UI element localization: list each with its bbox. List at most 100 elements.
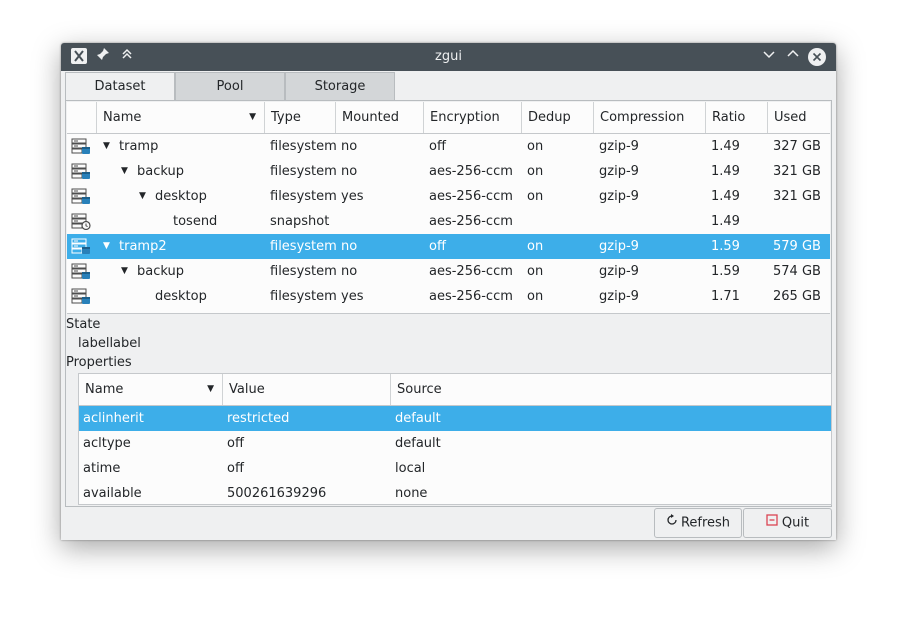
column-header-mounted[interactable]: Mounted (336, 102, 424, 133)
dataset-type: filesystem (270, 164, 337, 179)
app-window: zgui Dataset Pool Storage Name ▼ Type Mo… (61, 43, 836, 540)
snapshot-icon (71, 213, 91, 231)
expand-arrow-icon[interactable]: ▼ (121, 159, 128, 184)
dataset-compression: gzip-9 (599, 239, 639, 254)
property-name: acltype (83, 436, 131, 451)
dataset-dedup: on (527, 289, 544, 304)
dataset-pane: Name ▼ Type Mounted Encryption Dedup Com… (65, 100, 832, 507)
dataset-mounted: no (341, 264, 358, 279)
dataset-mounted: no (341, 139, 358, 154)
dataset-compression: gzip-9 (599, 139, 639, 154)
quit-icon (766, 509, 778, 537)
dataset-used: 579 GB (773, 239, 821, 254)
dataset-mounted: no (341, 239, 358, 254)
property-value: restricted (227, 411, 290, 426)
dataset-used: 321 GB (773, 164, 821, 179)
prop-column-header-source[interactable]: Source (391, 374, 831, 405)
dataset-type: filesystem (270, 189, 337, 204)
dataset-dedup: on (527, 139, 544, 154)
filesystem-icon (71, 288, 91, 305)
refresh-icon (666, 509, 678, 537)
refresh-button[interactable]: Refresh (654, 508, 742, 538)
prop-column-header-value[interactable]: Value (223, 374, 391, 405)
property-source: local (395, 461, 426, 476)
column-header-name[interactable]: Name ▼ (97, 102, 265, 133)
column-header-used[interactable]: Used (768, 102, 830, 133)
dataset-row[interactable]: tosend snapshot aes-256-ccm 1.49 (67, 209, 830, 234)
column-header-type[interactable]: Type (265, 102, 336, 133)
dataset-name: backup (137, 164, 184, 179)
dataset-type: snapshot (270, 214, 330, 229)
property-row[interactable]: atime off local (79, 456, 831, 481)
property-row[interactable]: available 500261639296 none (79, 481, 831, 506)
minimize-icon[interactable] (759, 47, 779, 67)
dataset-used: 574 GB (773, 264, 821, 279)
property-row[interactable]: acltype off default (79, 431, 831, 456)
dataset-dedup: on (527, 239, 544, 254)
dataset-type: filesystem (270, 289, 337, 304)
column-header-compression[interactable]: Compression (594, 102, 706, 133)
dataset-name: desktop (155, 189, 207, 204)
dataset-row[interactable]: desktop filesystem yes aes-256-ccm on gzip-9 1… (67, 284, 830, 309)
filesystem-icon (71, 188, 91, 205)
dataset-row[interactable]: ▼ backup filesystem no aes-256-ccm on gzip-9 1.… (67, 159, 830, 184)
dataset-tree-header: Name ▼ Type Mounted Encryption Dedup Com… (67, 102, 830, 134)
quit-label: Quit (781, 515, 810, 531)
maximize-icon[interactable] (783, 47, 803, 67)
property-name: aclinherit (83, 411, 144, 426)
expand-arrow-icon[interactable]: ▼ (103, 234, 110, 259)
sort-descending-icon: ▼ (249, 112, 256, 122)
property-source: none (395, 486, 428, 501)
property-value: off (227, 436, 244, 451)
tab-storage[interactable]: Storage (285, 72, 395, 100)
dataset-compression: gzip-9 (599, 189, 639, 204)
expand-arrow-icon[interactable]: ▼ (139, 184, 146, 209)
dataset-compression: gzip-9 (599, 264, 639, 279)
dataset-name: desktop (155, 289, 207, 304)
dataset-used: 327 GB (773, 139, 821, 154)
dataset-row[interactable]: ▼ tramp filesystem no off on gzip-9 1.49 327 GB (67, 134, 830, 159)
dataset-compression: gzip-9 (599, 164, 639, 179)
dataset-dedup: on (527, 189, 544, 204)
dataset-encryption: aes-256-ccm (429, 264, 513, 279)
property-row[interactable]: aclinherit restricted default (79, 406, 831, 431)
dataset-used: 265 GB (773, 289, 821, 304)
dataset-encryption: off (429, 139, 446, 154)
properties-table[interactable]: Name ▼ Value Source aclinherit restricted… (78, 373, 832, 505)
dataset-encryption: aes-256-ccm (429, 189, 513, 204)
dataset-type: filesystem (270, 139, 337, 154)
dataset-encryption: aes-256-ccm (429, 289, 513, 304)
dataset-type: filesystem (270, 239, 337, 254)
dataset-mounted: no (341, 164, 358, 179)
expand-arrow-icon[interactable]: ▼ (103, 134, 110, 159)
state-heading: State (66, 317, 101, 332)
tab-pool[interactable]: Pool (175, 72, 285, 100)
column-header-ratio[interactable]: Ratio (706, 102, 768, 133)
tab-dataset[interactable]: Dataset (65, 72, 175, 101)
dataset-tree[interactable]: Name ▼ Type Mounted Encryption Dedup Com… (67, 102, 830, 314)
title-bar[interactable]: zgui (61, 43, 836, 71)
filesystem-icon (71, 138, 91, 155)
dataset-ratio: 1.49 (711, 139, 740, 154)
column-header-encryption[interactable]: Encryption (424, 102, 522, 133)
dataset-row[interactable]: ▼ tramp2 filesystem no off on gzip-9 1.59 579 GB (67, 234, 830, 259)
expand-arrow-icon[interactable]: ▼ (121, 259, 128, 284)
dataset-ratio: 1.59 (711, 264, 740, 279)
column-header-dedup[interactable]: Dedup (522, 102, 594, 133)
dataset-name: backup (137, 264, 184, 279)
dataset-used: 321 GB (773, 189, 821, 204)
property-name: atime (83, 461, 121, 476)
filesystem-icon (71, 163, 91, 180)
close-icon[interactable] (807, 47, 827, 67)
property-value: 500261639296 (227, 486, 327, 501)
dataset-compression: gzip-9 (599, 289, 639, 304)
header-icon-column (67, 102, 97, 133)
prop-column-header-name[interactable]: Name ▼ (79, 374, 223, 405)
dataset-encryption: aes-256-ccm (429, 164, 513, 179)
refresh-label: Refresh (680, 515, 731, 531)
quit-button[interactable]: Quit (743, 508, 832, 538)
dataset-row[interactable]: ▼ backup filesystem no aes-256-ccm on gzip-9 1.… (67, 259, 830, 284)
dataset-row[interactable]: ▼ desktop filesystem yes aes-256-ccm on gzip-9… (67, 184, 830, 209)
dataset-mounted: yes (341, 189, 364, 204)
dataset-ratio: 1.49 (711, 189, 740, 204)
